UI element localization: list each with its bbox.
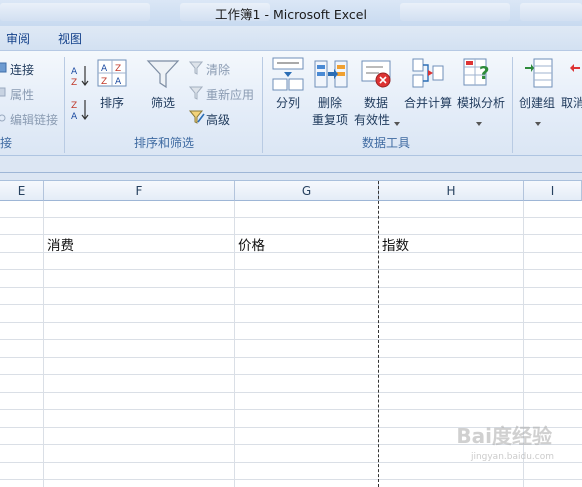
edit-links-button[interactable]: 编辑链接 [10, 111, 58, 128]
sort-dialog-icon[interactable]: A Z Z A [97, 59, 127, 90]
svg-text:Z: Z [101, 77, 107, 87]
tab-review[interactable]: 审阅 [6, 30, 30, 47]
reapply-icon [188, 86, 204, 103]
row-line [0, 374, 582, 375]
clear-button[interactable]: 清除 [206, 61, 230, 78]
svg-text:A: A [115, 77, 122, 87]
group-separator [512, 57, 513, 153]
row-line [0, 479, 582, 480]
filter-funnel-icon[interactable] [146, 59, 180, 92]
svg-text:Z: Z [115, 64, 121, 74]
remove-duplicates-button[interactable]: 删除 [318, 94, 342, 111]
consolidate-icon[interactable] [412, 57, 444, 92]
row-line [0, 409, 582, 410]
window-title: 工作簿1 - Microsoft Excel [215, 7, 367, 22]
svg-text:A: A [101, 64, 108, 74]
page-break-line [378, 181, 379, 487]
sort-descending-icon[interactable]: Z A [70, 97, 92, 126]
ribbon-tabs: 审阅 视图 [0, 26, 582, 50]
what-if-analysis-icon[interactable]: ? [463, 57, 493, 92]
column-header-i[interactable]: I [524, 181, 582, 201]
tab-view[interactable]: 视图 [58, 30, 82, 47]
row-line [0, 304, 582, 305]
text-to-columns-icon[interactable] [272, 57, 304, 94]
column-header-h[interactable]: H [379, 181, 524, 201]
column-line [234, 201, 235, 487]
reapply-button[interactable]: 重新应用 [206, 86, 254, 103]
sort-button[interactable]: 排序 [100, 94, 124, 111]
remove-duplicates-button-line2[interactable]: 重复项 [312, 111, 348, 128]
svg-text:Z: Z [71, 101, 77, 111]
ungroup-icon[interactable] [570, 57, 582, 92]
dropdown-arrow-icon[interactable] [394, 115, 400, 129]
group-icon[interactable] [524, 57, 554, 92]
cell-f-consumption[interactable]: 消费 [47, 234, 74, 254]
row-line [0, 357, 582, 358]
clear-filter-icon [188, 61, 204, 78]
consolidate-button[interactable]: 合并计算 [404, 94, 452, 111]
cell-h-index[interactable]: 指数 [382, 234, 409, 254]
row-line [0, 339, 582, 340]
title-bar: 工作簿1 - Microsoft Excel [0, 0, 582, 26]
edit-links-icon [0, 112, 8, 127]
cell-g-price[interactable]: 价格 [238, 234, 265, 254]
group-label-sort-filter: 排序和筛选 [134, 136, 195, 150]
watermark-url: jingyan.baidu.com [470, 452, 554, 462]
connections-button[interactable]: 连接 [10, 61, 34, 78]
dropdown-arrow-icon[interactable] [535, 115, 541, 129]
ungroup-button[interactable]: 取消 [561, 94, 582, 111]
row-line [0, 462, 582, 463]
group-label-connections: 接 [0, 136, 13, 150]
column-line [43, 201, 44, 487]
svg-text:A: A [71, 112, 78, 122]
group-label-data-tools: 数据工具 [362, 136, 411, 150]
data-validation-button-line2[interactable]: 有效性 [354, 111, 390, 128]
data-validation-icon[interactable] [361, 59, 393, 92]
group-button[interactable]: 创建组 [519, 94, 555, 111]
properties-icon [0, 86, 8, 101]
watermark-logo: Bai度经验 [456, 424, 552, 448]
formula-bar-divider [0, 172, 582, 173]
connections-icon [0, 62, 8, 77]
column-header-g[interactable]: G [235, 181, 379, 201]
data-validation-button[interactable]: 数据 [364, 94, 388, 111]
svg-text:?: ? [479, 63, 489, 84]
row-line [0, 252, 582, 253]
row-line [0, 287, 582, 288]
ribbon: 连接 属性 编辑链接 A Z Z A A Z Z A 排序 筛选 清除 重新应用… [0, 50, 582, 156]
properties-button[interactable]: 属性 [10, 86, 34, 103]
formula-bar-area [0, 156, 582, 181]
svg-text:Z: Z [71, 78, 77, 88]
column-header-f[interactable]: F [44, 181, 235, 201]
advanced-filter-icon [188, 110, 205, 128]
row-line [0, 392, 582, 393]
dropdown-arrow-icon[interactable] [476, 115, 482, 129]
row-line [0, 234, 582, 235]
group-separator [262, 57, 263, 153]
text-to-columns-button[interactable]: 分列 [276, 94, 300, 111]
what-if-analysis-button[interactable]: 模拟分析 [457, 94, 505, 111]
row-line [0, 217, 582, 218]
row-line [0, 269, 582, 270]
remove-duplicates-icon[interactable] [314, 59, 348, 92]
advanced-button[interactable]: 高级 [206, 111, 230, 128]
column-header-e[interactable]: E [0, 181, 44, 201]
group-separator [64, 57, 65, 153]
sort-ascending-icon[interactable]: A Z [70, 63, 92, 92]
filter-button[interactable]: 筛选 [151, 94, 175, 111]
svg-text:A: A [71, 67, 78, 77]
row-line [0, 322, 582, 323]
